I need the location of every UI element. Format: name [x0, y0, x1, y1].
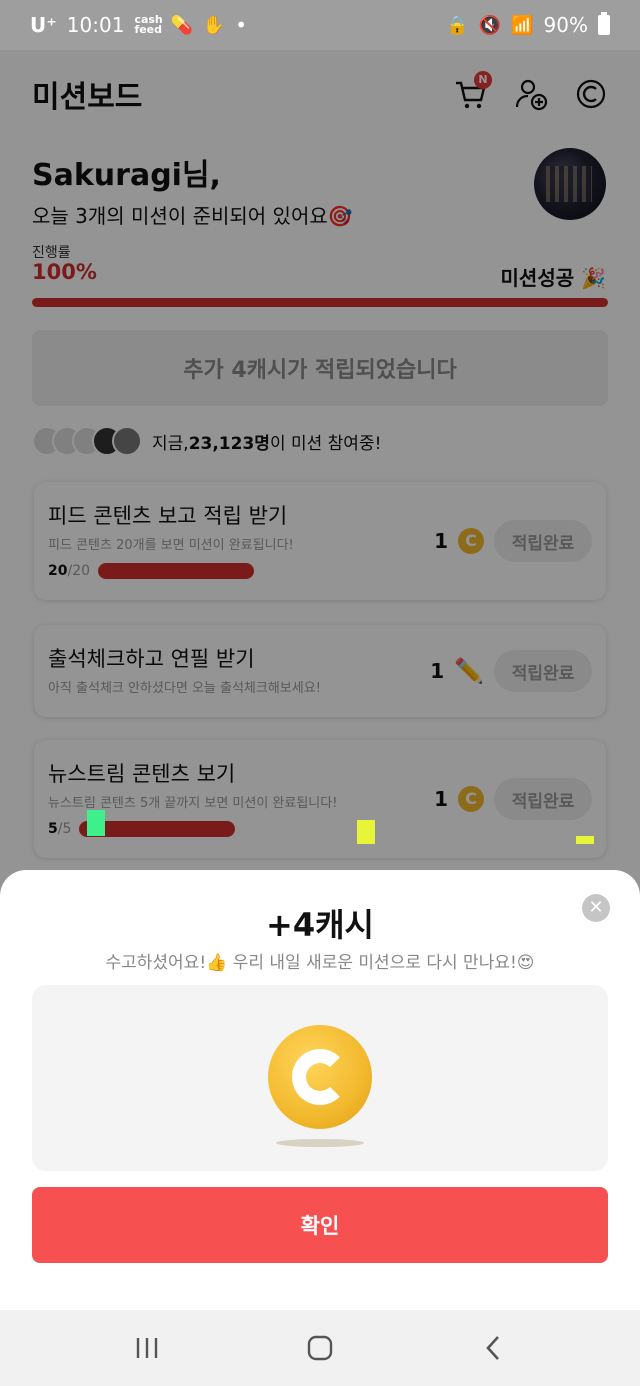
- home-icon[interactable]: [300, 1328, 340, 1368]
- pill-notification-icon: 💊: [170, 14, 193, 36]
- sheet-title: +4캐시: [266, 906, 374, 944]
- status-bar: U⁺ 10:01 cash feed 💊 ✋ • 🔒 🔇 📶 90%: [0, 0, 640, 50]
- battery-icon: [598, 12, 610, 35]
- confirm-button[interactable]: 확인: [32, 1187, 608, 1263]
- recent-apps-icon[interactable]: [127, 1328, 167, 1368]
- battery-percent: 90%: [543, 13, 588, 37]
- render-artifact: [87, 810, 105, 836]
- coin-illustration-box: [32, 985, 608, 1171]
- carrier-label: U⁺: [30, 13, 57, 37]
- wifi-icon: 📶: [511, 14, 534, 36]
- more-notifications-dot-icon: •: [235, 13, 248, 37]
- mute-icon: 🔇: [478, 14, 502, 36]
- coin-shadow: [276, 1139, 364, 1147]
- render-artifact: [357, 820, 375, 844]
- reward-bottom-sheet: ✕ +4캐시 수고하셨어요!👍 우리 내일 새로운 미션으로 다시 만나요!😍 …: [0, 870, 640, 1310]
- cash-coin-icon: [268, 1025, 372, 1129]
- lock-app-icon: 🔒: [446, 14, 469, 36]
- render-artifact: [576, 836, 594, 844]
- system-nav-bar: [0, 1310, 640, 1386]
- sheet-message: 수고하셨어요!👍 우리 내일 새로운 미션으로 다시 만나요!😍: [105, 953, 535, 973]
- back-icon[interactable]: [473, 1328, 513, 1368]
- clock: 10:01: [66, 13, 125, 37]
- hand-notification-icon: ✋: [202, 14, 226, 36]
- cashfeed-notification-icon: cash feed: [134, 13, 163, 36]
